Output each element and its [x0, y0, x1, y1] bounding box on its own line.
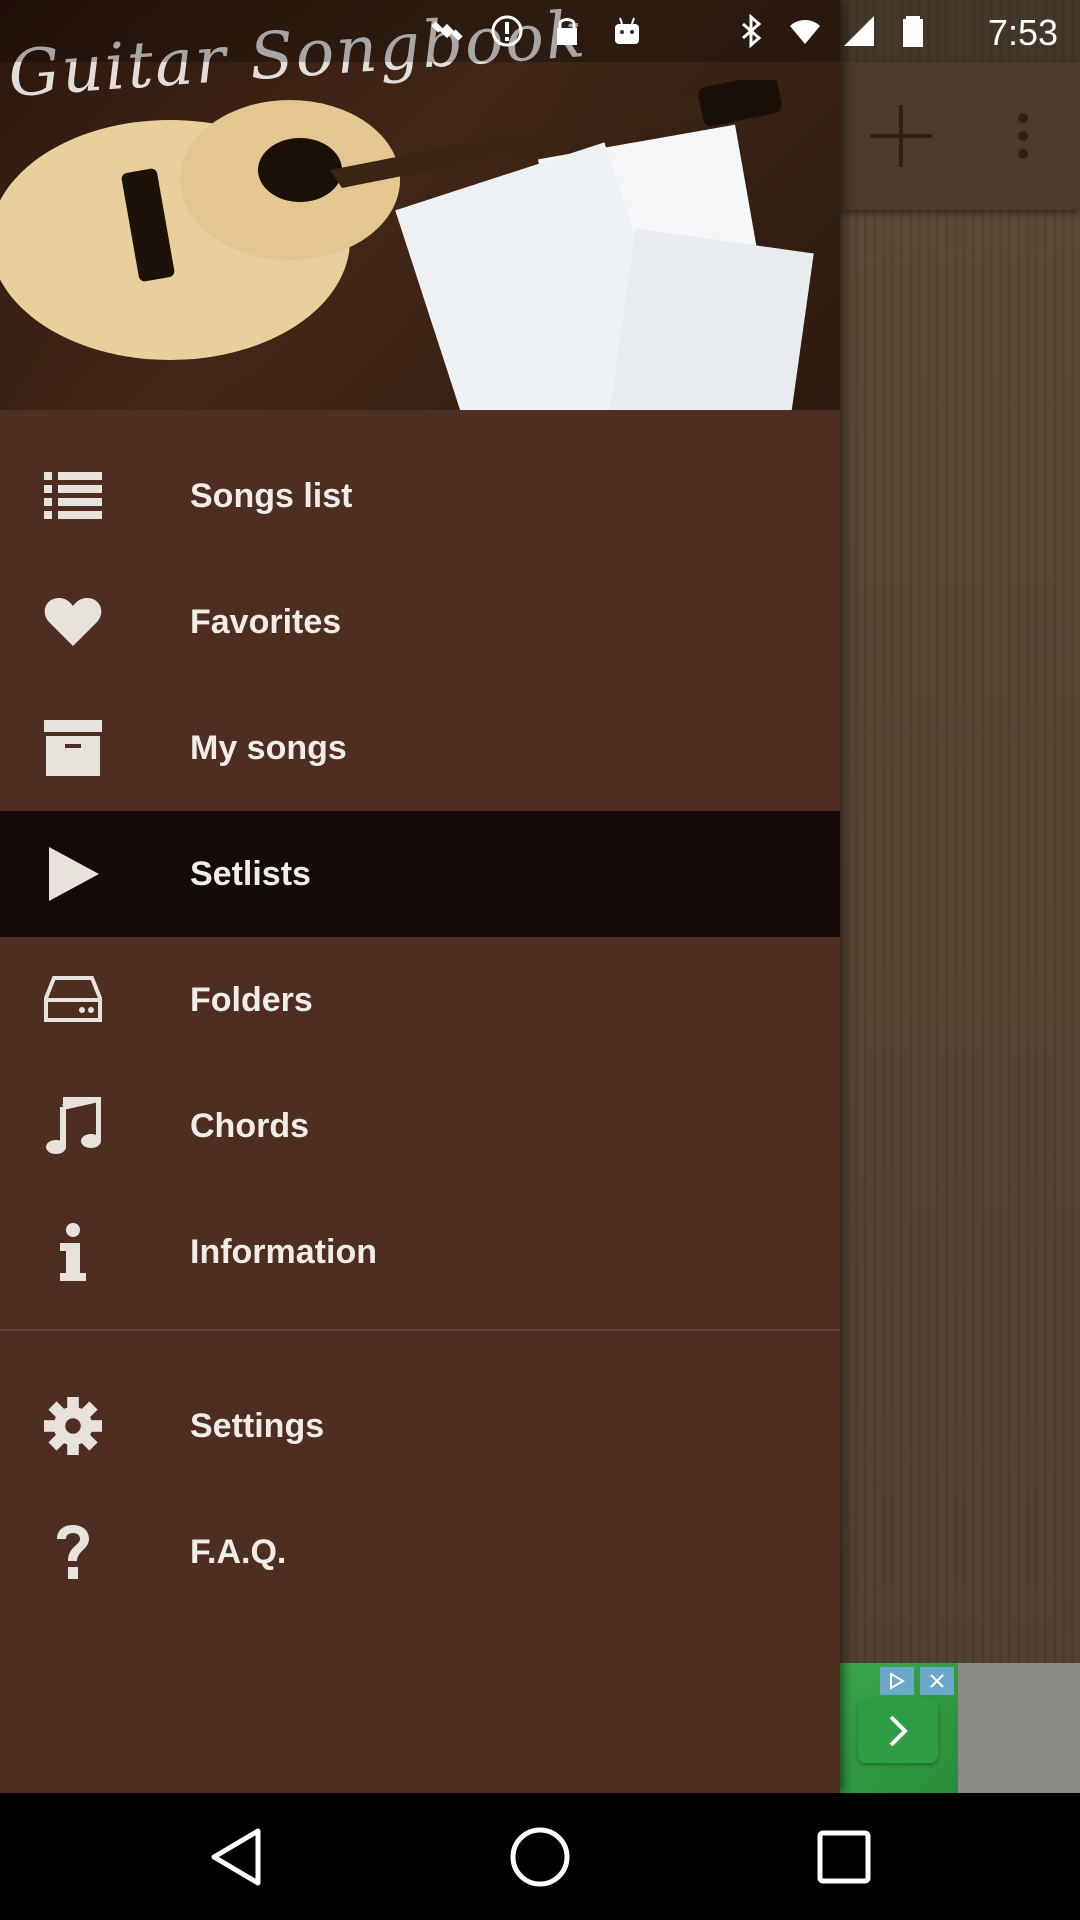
menu-item-label: Settings — [190, 1407, 325, 1445]
menu-item-label: Chords — [190, 1107, 309, 1145]
menu-item-label: Songs list — [190, 477, 353, 515]
back-button[interactable] — [186, 1813, 286, 1901]
wifi-icon — [790, 20, 820, 44]
archive-box-icon — [44, 718, 102, 778]
bluetooth-icon — [742, 14, 762, 48]
adchoices-icon[interactable] — [880, 1667, 914, 1695]
question-icon — [44, 1522, 102, 1582]
signal-icon — [844, 16, 874, 46]
menu-item-label: Favorites — [190, 603, 342, 641]
chevron-right-icon — [889, 1715, 908, 1747]
play-icon — [44, 844, 102, 904]
more-vert-icon — [1018, 113, 1028, 159]
menu-item-folders[interactable]: Folders — [0, 937, 840, 1063]
menu-item-information[interactable]: Information — [0, 1189, 840, 1315]
heart-icon — [44, 592, 102, 652]
lock-icon — [557, 18, 577, 45]
menu-divider — [0, 1329, 840, 1331]
menu-item-label: My songs — [190, 729, 347, 767]
plus-icon — [870, 105, 932, 167]
menu-item-chords[interactable]: Chords — [0, 1063, 840, 1189]
menu-item-favorites[interactable]: Favorites — [0, 559, 840, 685]
guitar-image — [0, 80, 782, 360]
menu-item-label: F.A.Q. — [190, 1533, 287, 1571]
back-triangle-icon — [211, 1828, 261, 1886]
home-circle-icon — [510, 1827, 570, 1887]
menu-item-songs-list[interactable]: Songs list — [0, 433, 840, 559]
drive-icon — [44, 970, 102, 1030]
system-navigation-bar — [0, 1793, 1080, 1920]
gear-icon — [44, 1396, 102, 1456]
menu-item-faq[interactable]: F.A.Q. — [0, 1489, 840, 1615]
ad-arrow-button[interactable] — [858, 1699, 938, 1763]
ad-controls — [880, 1667, 960, 1695]
menu-item-label: Setlists — [190, 855, 311, 893]
list-icon — [44, 466, 102, 526]
ad-close-icon[interactable] — [920, 1667, 954, 1695]
alert-circle-icon — [491, 15, 523, 47]
menu-item-label: Folders — [190, 981, 313, 1019]
menu-item-my-songs[interactable]: My songs — [0, 685, 840, 811]
add-button[interactable] — [846, 62, 956, 210]
android-icon — [615, 17, 639, 44]
navigation-drawer: Guitar Songbook Songs list Favorites My … — [0, 0, 1080, 1793]
menu-item-label: Information — [190, 1233, 377, 1271]
notification-icons — [430, 14, 644, 48]
satellite-icon — [431, 21, 463, 41]
recents-button[interactable] — [794, 1813, 894, 1901]
overflow-menu-button[interactable] — [968, 62, 1078, 210]
drawer-menu: Songs list Favorites My songs Setlists F… — [0, 433, 840, 1615]
menu-item-setlists[interactable]: Setlists — [0, 811, 840, 937]
ad-banner[interactable] — [840, 1663, 1080, 1793]
menu-item-settings[interactable]: Settings — [0, 1363, 840, 1489]
info-icon — [44, 1222, 102, 1282]
status-time: 7:53 — [987, 12, 1058, 53]
system-status-icons — [734, 14, 930, 48]
home-button[interactable] — [490, 1813, 590, 1901]
battery-icon — [903, 16, 923, 47]
recents-square-icon — [817, 1830, 871, 1884]
music-note-icon — [44, 1096, 102, 1156]
